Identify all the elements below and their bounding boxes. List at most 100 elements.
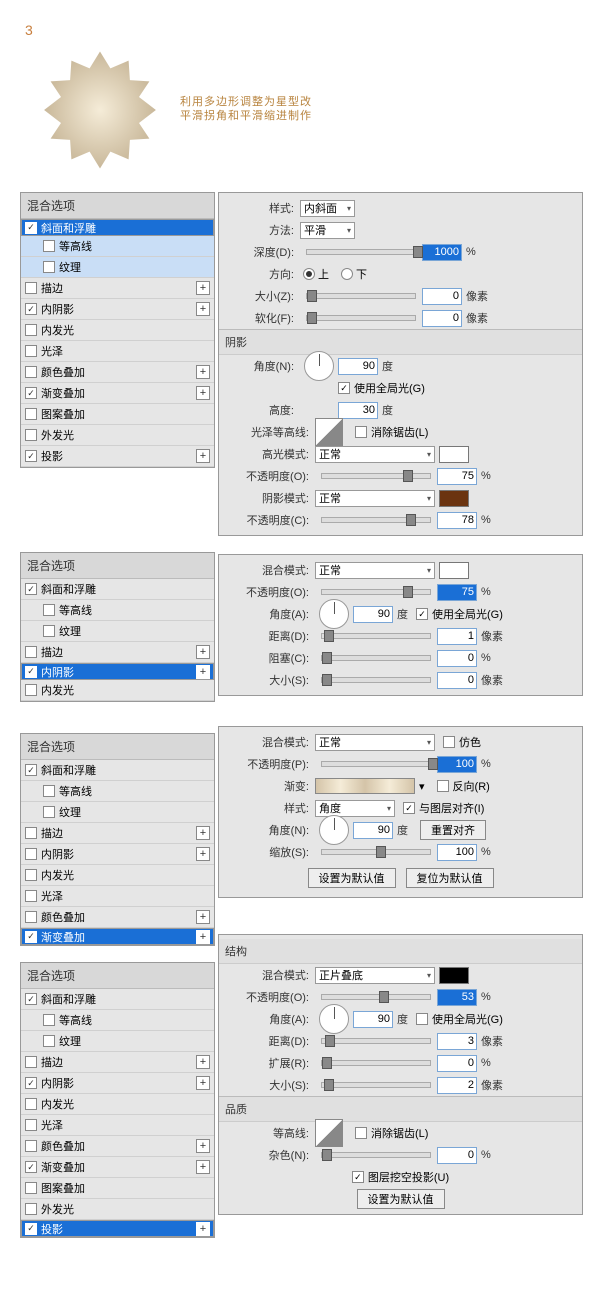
blend-select[interactable]: 正常▾ (315, 562, 435, 579)
style-row[interactable]: 内阴影+ (21, 299, 214, 320)
style-checkbox[interactable] (25, 1182, 37, 1194)
style-checkbox[interactable] (43, 261, 55, 273)
opacity-input[interactable]: 100 (437, 756, 477, 773)
style-row[interactable]: 纹理 (21, 1031, 214, 1052)
style-row[interactable]: 光泽 (21, 886, 214, 907)
highlight-opacity-slider[interactable] (321, 473, 431, 479)
angle-dial[interactable] (304, 351, 334, 381)
style-checkbox[interactable] (25, 222, 37, 234)
dither-checkbox[interactable] (443, 736, 455, 748)
reverse-checkbox[interactable] (437, 780, 449, 792)
style-row[interactable]: 图案叠加 (21, 1178, 214, 1199)
depth-input[interactable]: 1000 (422, 244, 462, 261)
scale-slider[interactable] (321, 849, 431, 855)
style-row[interactable]: 图案叠加 (21, 404, 214, 425)
style-select[interactable]: 内斜面▾ (300, 200, 355, 217)
inner-color[interactable] (439, 562, 469, 579)
style-row[interactable]: 颜色叠加+ (21, 362, 214, 383)
shadow-color[interactable] (439, 967, 469, 984)
align-checkbox[interactable]: ✓ (403, 802, 415, 814)
opacity-slider[interactable] (321, 761, 431, 767)
knockout-checkbox[interactable]: ✓ (352, 1171, 364, 1183)
global-checkbox[interactable] (416, 1013, 428, 1025)
shadow-opacity-input[interactable]: 78 (437, 512, 477, 529)
style-checkbox[interactable] (25, 1077, 37, 1089)
style-row[interactable]: 描边+ (21, 642, 214, 663)
distance-slider[interactable] (321, 1038, 431, 1044)
soften-slider[interactable] (306, 315, 416, 321)
style-row[interactable]: 斜面和浮雕 (21, 760, 214, 781)
add-icon[interactable]: + (196, 930, 210, 944)
altitude-input[interactable]: 30 (338, 402, 378, 419)
style-checkbox[interactable] (25, 890, 37, 902)
style-row[interactable]: 描边+ (21, 1052, 214, 1073)
style-row[interactable]: 投影+ (21, 446, 214, 467)
style-row[interactable]: 描边+ (21, 278, 214, 299)
gloss-contour[interactable] (315, 418, 343, 446)
set-default-button[interactable]: 设置为默认值 (357, 1189, 445, 1209)
highlight-opacity-input[interactable]: 75 (437, 468, 477, 485)
angle-input[interactable]: 90 (338, 358, 378, 375)
style-checkbox[interactable] (25, 387, 37, 399)
add-icon[interactable]: + (196, 645, 210, 659)
style-row[interactable]: 内发光 (21, 320, 214, 341)
style-row[interactable]: 等高线 (21, 1010, 214, 1031)
add-icon[interactable]: + (196, 365, 210, 379)
opacity-slider[interactable] (321, 589, 431, 595)
add-icon[interactable]: + (196, 1139, 210, 1153)
angle-dial[interactable] (319, 599, 349, 629)
style-checkbox[interactable] (25, 583, 37, 595)
style-row[interactable]: 渐变叠加+ (21, 1157, 214, 1178)
style-row[interactable]: 渐变叠加+ (21, 383, 214, 404)
style-checkbox[interactable] (25, 931, 37, 943)
style-checkbox[interactable] (25, 1056, 37, 1068)
add-icon[interactable]: + (196, 910, 210, 924)
size-input[interactable]: 0 (422, 288, 462, 305)
style-checkbox[interactable] (43, 240, 55, 252)
shadow-color[interactable] (439, 490, 469, 507)
style-checkbox[interactable] (25, 684, 37, 696)
highlight-color[interactable] (439, 446, 469, 463)
style-checkbox[interactable] (25, 1098, 37, 1110)
style-row[interactable]: 等高线 (21, 781, 214, 802)
choke-slider[interactable] (321, 655, 431, 661)
blend-select[interactable]: 正片叠底▾ (315, 967, 435, 984)
style-row[interactable]: 颜色叠加+ (21, 907, 214, 928)
add-icon[interactable]: + (196, 386, 210, 400)
style-checkbox[interactable] (43, 1014, 55, 1026)
style-checkbox[interactable] (25, 366, 37, 378)
soften-input[interactable]: 0 (422, 310, 462, 327)
style-row[interactable]: 内阴影+ (21, 1073, 214, 1094)
style-checkbox[interactable] (43, 604, 55, 616)
style-row[interactable]: 光泽 (21, 1115, 214, 1136)
add-icon[interactable]: + (196, 847, 210, 861)
style-checkbox[interactable] (25, 827, 37, 839)
style-row[interactable]: 内发光 (21, 680, 214, 701)
size-slider[interactable] (321, 1082, 431, 1088)
add-icon[interactable]: + (196, 302, 210, 316)
size-input[interactable]: 0 (437, 672, 477, 689)
style-row[interactable]: 内发光 (21, 1094, 214, 1115)
style-row[interactable]: 等高线 (21, 236, 214, 257)
style-row[interactable]: 投影+ (21, 1220, 214, 1237)
style-row[interactable]: 内阴影+ (21, 844, 214, 865)
global-light-checkbox[interactable]: ✓ (338, 382, 350, 394)
style-row[interactable]: 斜面和浮雕 (21, 989, 214, 1010)
spread-input[interactable]: 0 (437, 1055, 477, 1072)
style-row[interactable]: 描边+ (21, 823, 214, 844)
style-row[interactable]: 纹理 (21, 257, 214, 278)
global-checkbox[interactable]: ✓ (416, 608, 428, 620)
opacity-input[interactable]: 75 (437, 584, 477, 601)
style-row[interactable]: 渐变叠加+ (21, 928, 214, 945)
style-checkbox[interactable] (25, 1161, 37, 1173)
size-slider[interactable] (306, 293, 416, 299)
style-row[interactable]: 光泽 (21, 341, 214, 362)
add-icon[interactable]: + (196, 1076, 210, 1090)
style-checkbox[interactable] (25, 848, 37, 860)
style-row[interactable]: 颜色叠加+ (21, 1136, 214, 1157)
style-checkbox[interactable] (25, 646, 37, 658)
style-row[interactable]: 斜面和浮雕 (21, 219, 214, 236)
noise-slider[interactable] (321, 1152, 431, 1158)
add-icon[interactable]: + (196, 1055, 210, 1069)
angle-input[interactable]: 90 (353, 1011, 393, 1028)
